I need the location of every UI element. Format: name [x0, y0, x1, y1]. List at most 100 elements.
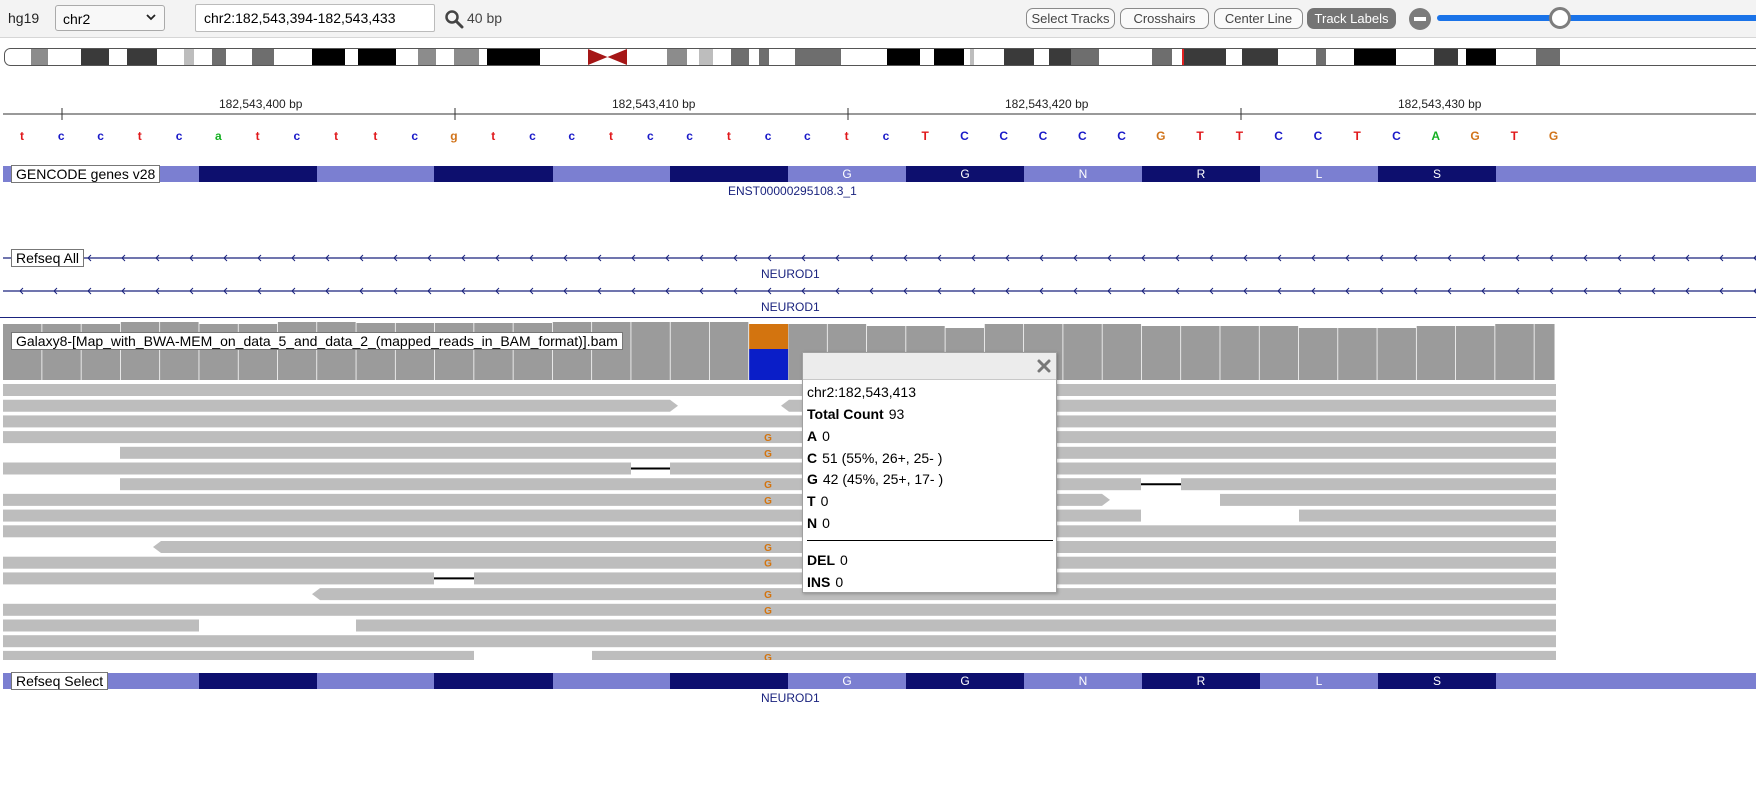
close-icon[interactable] — [1036, 358, 1052, 374]
exon-segment — [553, 166, 670, 182]
track-label-alignment[interactable]: Galaxy8-[Map_with_BWA-MEM_on_data_5_and_… — [11, 332, 623, 350]
search-icon[interactable] — [444, 9, 464, 29]
sequence-base: C — [960, 129, 969, 143]
exon-segment — [670, 673, 788, 689]
popup-divider — [807, 540, 1053, 541]
allele-count-popup: chr2:182,543,413 Total Count 93 A0 C 51 (5… — [802, 352, 1057, 593]
locus-field[interactable] — [195, 4, 435, 32]
track-label-gencode[interactable]: GENCODE genes v28 — [11, 165, 161, 183]
sequence-base: G — [1470, 129, 1480, 143]
chromosome-ideogram[interactable] — [4, 48, 1756, 66]
track-label-refseq-all[interactable]: Refseq All — [11, 249, 85, 267]
gene-name-neurod1[interactable]: NEUROD1 — [761, 691, 820, 705]
refseq-all-gene-lines — [3, 254, 1756, 295]
refseq-select-track[interactable]: G G N R L S Refseq Select NEUROD1 — [0, 672, 1756, 708]
ruler-label: 182,543,410 bp — [612, 97, 696, 111]
popup-del-value: 0 — [840, 552, 848, 568]
popup-row-n: N0 — [807, 515, 830, 531]
gene-name-neurod1[interactable]: NEUROD1 — [761, 267, 820, 281]
gene-name-neurod1[interactable]: NEUROD1 — [761, 300, 820, 314]
sequence-base: t — [726, 129, 731, 143]
sequence-base: t — [255, 129, 260, 143]
track-divider — [0, 317, 1756, 318]
sequence-base: t — [137, 129, 142, 143]
ruler: 182,543,400 bp 182,543,410 bp 182,543,42… — [0, 88, 1756, 124]
popup-ins-value: 0 — [835, 574, 844, 590]
chromosome-select[interactable]: chr2 — [55, 5, 165, 31]
sequence-base: C — [999, 129, 1009, 143]
mismatch-base: G — [764, 559, 772, 570]
sequence-base: G — [1548, 129, 1559, 143]
popup-base: A — [807, 428, 818, 444]
amino-acid-label: S — [1432, 674, 1441, 688]
popup-value: 0 — [822, 428, 830, 444]
popup-ins-label: INS — [807, 574, 831, 590]
sequence-base: T — [1235, 129, 1244, 143]
popup-position: chr2:182,543,413 — [807, 384, 916, 400]
popup-title-bar[interactable] — [803, 353, 1056, 380]
chevron-down-icon — [146, 14, 156, 21]
zoom-slider-thumb[interactable] — [1549, 7, 1571, 29]
locus-input[interactable] — [204, 10, 424, 26]
sequence-base: C — [1038, 129, 1048, 143]
popup-value: 0 — [822, 515, 830, 531]
amino-acid-label: L — [1315, 167, 1323, 181]
exon-segment — [1496, 166, 1756, 182]
center-line-button[interactable]: Center Line — [1214, 8, 1303, 29]
mismatch-base: G — [764, 653, 772, 660]
select-tracks-button[interactable]: Select Tracks — [1026, 8, 1115, 29]
track-label-refseq-select[interactable]: Refseq Select — [11, 672, 109, 690]
sequence-base: c — [804, 129, 811, 143]
popup-value: 0 — [820, 493, 829, 509]
sequence-base: t — [20, 129, 24, 143]
popup-total-label: Total Count — [807, 406, 884, 422]
sequence-base: a — [215, 129, 222, 143]
amino-acid-label: R — [1196, 167, 1206, 181]
sequence-base: g — [450, 129, 458, 143]
mismatch-base: G — [764, 433, 772, 444]
amino-acid-label: S — [1432, 167, 1441, 181]
amino-acid-label: G — [842, 674, 852, 688]
transcript-name[interactable]: ENST00000295108.3_1 — [728, 184, 857, 198]
zoom-slider[interactable] — [1437, 15, 1756, 21]
popup-row-c: C 51 (55%, 26+, 25- ) — [807, 450, 942, 466]
sequence-base: c — [175, 129, 183, 143]
exon-segment — [553, 673, 670, 689]
sequence-base: c — [57, 129, 65, 143]
sequence-base: T — [1510, 129, 1518, 143]
popup-row-a: A0 — [807, 428, 830, 444]
amino-acid-label: G — [842, 167, 852, 181]
amino-acid-label: G — [960, 674, 970, 688]
ruler-label: 182,543,400 bp — [219, 97, 303, 111]
sequence-base: C — [1117, 129, 1126, 143]
sequence-base: c — [764, 129, 772, 143]
ruler-label: 182,543,420 bp — [1005, 97, 1089, 111]
chromosome-value: chr2 — [63, 11, 91, 27]
sequence-base: t — [373, 129, 378, 143]
mismatch-base: G — [764, 480, 772, 491]
sequence-base: C — [1313, 129, 1323, 143]
refseq-all-track[interactable]: Refseq All NEUROD1 NEUROD1 — [0, 247, 1756, 317]
sequence-base: T — [921, 129, 929, 143]
exon-segment — [1496, 673, 1756, 689]
mismatch-base: G — [764, 543, 772, 554]
popup-base: T — [807, 493, 816, 509]
popup-del-label: DEL — [807, 552, 835, 568]
sequence-track: tcctcatcttcgtcctcctcctcTCCCCCGTTCCTCAGTG — [0, 126, 1756, 148]
sequence-base: c — [529, 129, 536, 143]
gencode-track[interactable]: G G N R L S GENCODE genes v28 ENST00000295108… — [0, 165, 1756, 205]
window-size: 40 bp — [467, 10, 503, 26]
crosshairs-button[interactable]: Crosshairs — [1120, 8, 1209, 29]
amino-acid-label: R — [1196, 674, 1206, 688]
popup-base: C — [807, 450, 818, 466]
zoom-out-icon[interactable] — [1409, 8, 1431, 30]
exon-segment — [670, 166, 788, 182]
track-labels-button[interactable]: Track Labels — [1307, 8, 1396, 29]
sequence-base: c — [97, 129, 104, 143]
sequence-base: C — [1392, 129, 1401, 143]
exon-segment — [317, 673, 434, 689]
sequence-base: t — [491, 129, 496, 143]
popup-value: 51 (55%, 26+, 25- ) — [822, 450, 943, 466]
popup-total-value: 93 — [888, 406, 905, 422]
sequence-base: c — [686, 129, 693, 143]
